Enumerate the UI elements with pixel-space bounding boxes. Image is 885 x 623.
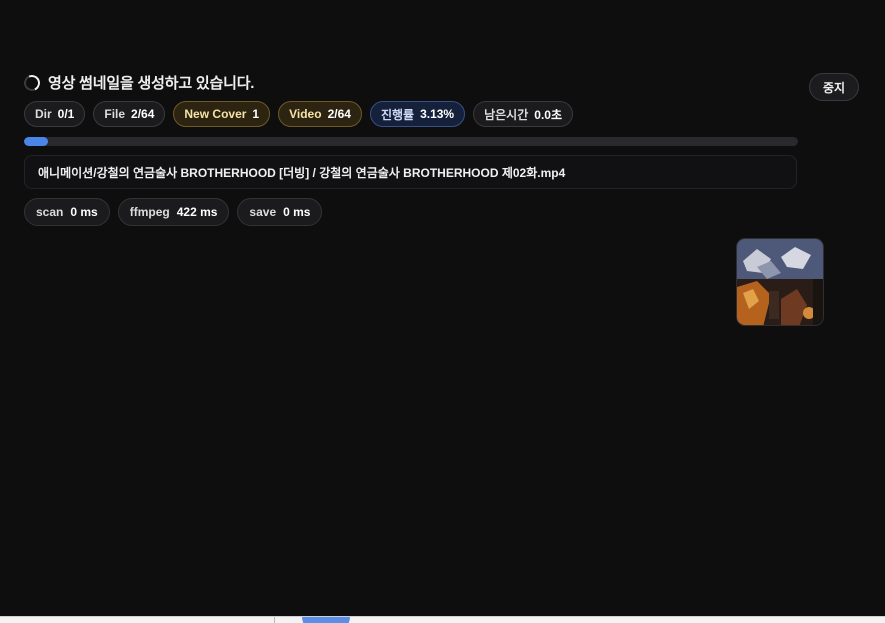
video-label: Video: [289, 107, 322, 121]
save-value: 0 ms: [283, 205, 311, 219]
scan-label: scan: [36, 205, 64, 219]
progress-bar-fill: [24, 137, 49, 146]
ffmpeg-timing-chip: ffmpeg 422 ms: [117, 198, 230, 226]
dir-label: Dir: [35, 107, 52, 121]
remaining-time-chip: 남은시간 0.0초: [473, 101, 573, 127]
remaining-value: 0.0초: [534, 107, 562, 122]
taskbar-scroll-handle[interactable]: [302, 617, 350, 623]
scan-value: 0 ms: [70, 205, 98, 219]
file-value: 2/64: [131, 107, 155, 121]
status-message: 영상 썸네일을 생성하고 있습니다.: [48, 75, 255, 92]
ffmpeg-value: 422 ms: [176, 205, 218, 219]
stop-button[interactable]: 중지: [809, 73, 859, 101]
taskbar-divider: [274, 617, 275, 623]
ffmpeg-label: ffmpeg: [129, 205, 170, 219]
thumbnail-artwork: [737, 239, 823, 325]
video-thumbnail-image[interactable]: [736, 238, 824, 326]
new-cover-counter-chip: New Cover 1: [173, 101, 271, 127]
progress-percent-chip: 진행률 3.13%: [369, 101, 466, 127]
video-value: 2/64: [327, 107, 351, 121]
thumbnail-generation-panel: 영상 썸네일을 생성하고 있습니다. 중지 Dir 0/1 File 2/64 …: [0, 0, 885, 623]
progress-label: 진행률: [380, 107, 415, 122]
save-label: save: [249, 205, 277, 219]
new-cover-label: New Cover: [184, 107, 247, 121]
loading-spinner-icon: [21, 72, 43, 93]
timing-chips: scan 0 ms ffmpeg 422 ms save 0 ms: [24, 198, 323, 226]
taskbar: [0, 616, 885, 623]
save-timing-chip: save 0 ms: [237, 198, 323, 226]
current-file-path: 애니메이션/강철의 연금술사 BROTHERHOOD [더빙] / 강철의 연금…: [24, 155, 797, 189]
new-cover-value: 1: [252, 107, 260, 121]
file-counter-chip: File 2/64: [93, 101, 166, 127]
counter-chips: Dir 0/1 File 2/64 New Cover 1 Video 2/64…: [24, 101, 573, 127]
scan-timing-chip: scan 0 ms: [24, 198, 110, 226]
status-row: 영상 썸네일을 생성하고 있습니다.: [21, 72, 255, 93]
remaining-label: 남은시간: [484, 107, 529, 122]
file-label: File: [104, 107, 126, 121]
dir-value: 0/1: [57, 107, 75, 121]
progress-value: 3.13%: [420, 107, 455, 121]
progress-bar: [24, 137, 798, 146]
dir-counter-chip: Dir 0/1: [24, 101, 86, 127]
video-counter-chip: Video 2/64: [278, 101, 362, 127]
